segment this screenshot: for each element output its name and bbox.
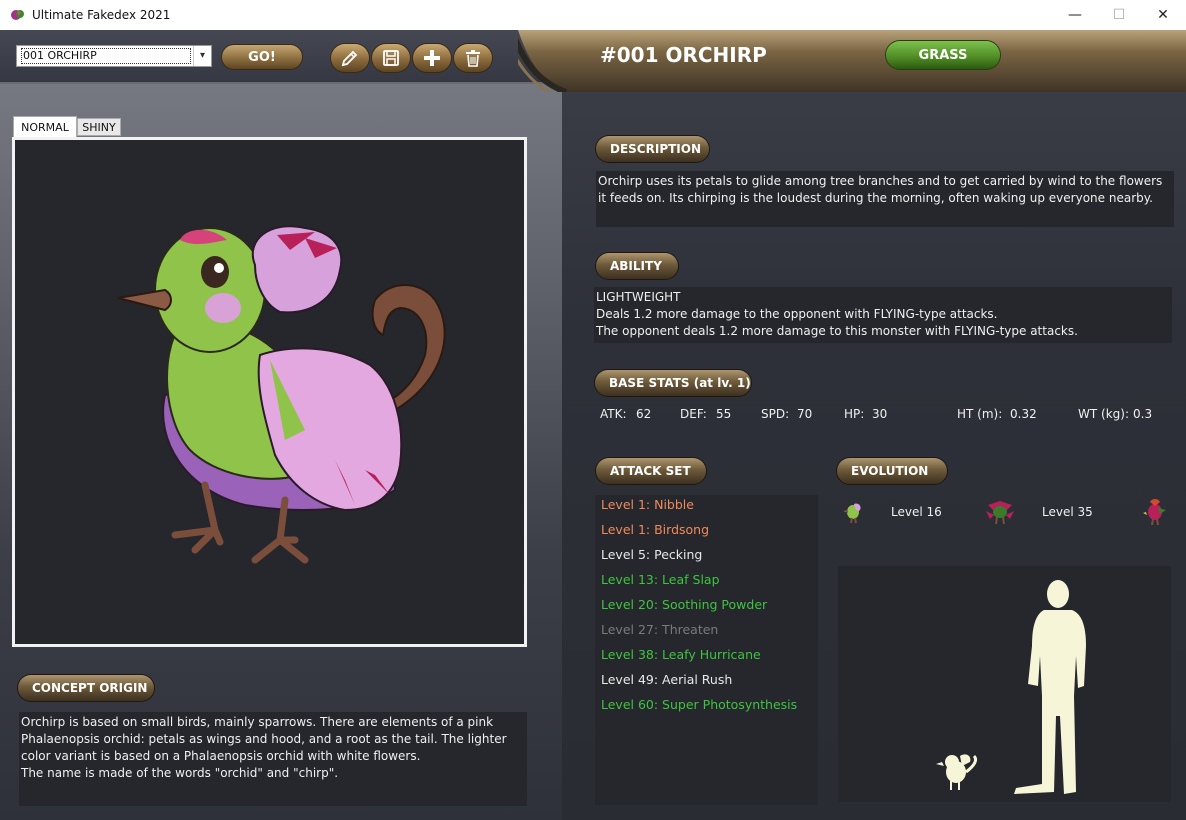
attack-item[interactable]: Level 1: Birdsong xyxy=(601,522,709,537)
attack-item[interactable]: Level 20: Soothing Powder xyxy=(601,597,767,612)
attack-set-heading: ATTACK SET xyxy=(596,458,706,484)
attack-item[interactable]: Level 60: Super Photosynthesis xyxy=(601,697,797,712)
app-icon xyxy=(11,10,24,20)
edit-button[interactable] xyxy=(331,44,369,72)
attack-item[interactable]: Level 5: Pecking xyxy=(601,547,702,562)
type-badge: GRASS xyxy=(886,41,1000,69)
close-button[interactable]: ✕ xyxy=(1140,0,1186,30)
maximize-button[interactable]: ☐ xyxy=(1096,0,1142,30)
size-comparison-silhouettes xyxy=(936,580,1086,794)
evolution-level-1: Level 16 xyxy=(891,505,942,519)
monster-selector-value: 001 ORCHIRP xyxy=(21,48,191,64)
chevron-down-icon[interactable]: ▾ xyxy=(193,46,211,66)
concept-origin-text: Orchirp is based on small birds, mainly … xyxy=(19,712,527,806)
attack-item[interactable]: Level 38: Leafy Hurricane xyxy=(601,647,761,662)
stat-def-label: DEF: xyxy=(680,407,707,421)
stat-def-value: 55 xyxy=(716,407,732,421)
attack-item[interactable]: Level 49: Aerial Rush xyxy=(601,672,732,687)
description-heading: DESCRIPTION xyxy=(596,136,709,162)
go-button[interactable]: GO! xyxy=(222,45,302,69)
stat-spd-label: SPD: xyxy=(761,407,790,421)
concept-origin-paragraph: Orchirp is based on small birds, mainly … xyxy=(21,715,507,763)
stat-atk-value: 62 xyxy=(636,407,652,421)
delete-button[interactable] xyxy=(454,44,492,72)
attack-list: Level 1: Nibble Level 1: Birdsong Level … xyxy=(595,495,818,805)
plus-icon xyxy=(424,50,440,66)
attack-item[interactable]: Level 1: Nibble xyxy=(601,497,694,512)
stat-spd-value: 70 xyxy=(797,407,813,421)
monster-selector[interactable]: 001 ORCHIRP ▾ xyxy=(16,45,212,67)
evolution-heading: EVOLUTION xyxy=(837,458,947,484)
monster-title: #001 ORCHIRP xyxy=(600,43,767,67)
tab-shiny[interactable]: SHINY xyxy=(77,118,121,136)
save-button[interactable] xyxy=(372,44,410,72)
ability-text: LIGHTWEIGHT Deals 1.2 more damage to the… xyxy=(594,287,1172,343)
trash-icon xyxy=(466,50,480,67)
attack-item[interactable]: Level 13: Leaf Slap xyxy=(601,572,720,587)
base-stats-heading: BASE STATS (at lv. 1) xyxy=(595,370,751,396)
stat-hp-value: 30 xyxy=(872,407,888,421)
attack-item[interactable]: Level 27: Threaten xyxy=(601,622,718,637)
description-text: Orchirp uses its petals to glide among t… xyxy=(596,171,1174,227)
evolution-stage-1-icon xyxy=(843,503,861,524)
ability-heading: ABILITY xyxy=(596,253,678,279)
minimize-button[interactable]: — xyxy=(1052,0,1098,30)
evolution-level-2: Level 35 xyxy=(1042,505,1093,519)
size-comparison xyxy=(838,566,1171,802)
ability-name: LIGHTWEIGHT xyxy=(596,290,681,304)
stat-hp-label: HP: xyxy=(844,407,865,421)
stat-wt-value: 0.3 xyxy=(1133,407,1153,421)
ability-line-1: Deals 1.2 more damage to the opponent wi… xyxy=(596,307,998,321)
evolution-stage-2-icon xyxy=(986,501,1014,525)
stat-ht-value: 0.32 xyxy=(1010,407,1037,421)
concept-origin-heading: CONCEPT ORIGIN xyxy=(18,675,154,701)
ability-line-2: The opponent deals 1.2 more damage to th… xyxy=(596,324,1078,338)
human-silhouette-icon xyxy=(1014,580,1086,794)
stat-ht-label: HT (m): xyxy=(957,407,1003,421)
evolution-stage-3-icon xyxy=(1143,499,1166,526)
concept-origin-name-note: The name is made of the words "orchid" a… xyxy=(21,766,339,780)
window-title: Ultimate Fakedex 2021 xyxy=(32,8,171,22)
sprite-viewer xyxy=(12,137,527,647)
stat-atk-label: ATK: xyxy=(600,407,627,421)
pencil-icon xyxy=(341,50,358,67)
add-button[interactable] xyxy=(413,44,451,72)
orchirp-artwork xyxy=(117,225,446,564)
tab-normal[interactable]: NORMAL xyxy=(13,116,77,138)
stat-wt-label: WT (kg): xyxy=(1078,407,1129,421)
window-titlebar: Ultimate Fakedex 2021 — ☐ ✕ xyxy=(0,0,1186,30)
monster-silhouette-icon xyxy=(936,754,978,790)
save-icon xyxy=(383,50,399,66)
